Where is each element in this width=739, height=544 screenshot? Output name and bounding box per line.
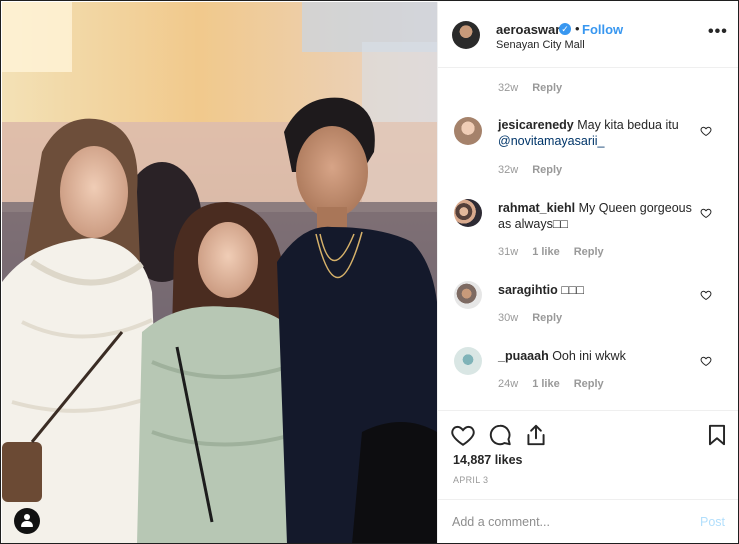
follow-button[interactable]: Follow bbox=[582, 22, 623, 37]
post-side-panel: aeroaswar ✓ • Follow Senayan City Mall •… bbox=[437, 2, 738, 543]
share-icon[interactable] bbox=[523, 422, 549, 448]
comment-meta: 32w Reply bbox=[498, 82, 562, 94]
heart-icon[interactable] bbox=[450, 422, 476, 448]
comment-body: saragihtio □□□ bbox=[498, 282, 698, 298]
comment-body: jesicarenedy May kita bedua itu @novitam… bbox=[498, 117, 698, 149]
header-separator: • bbox=[575, 21, 580, 36]
commenter-avatar[interactable] bbox=[454, 117, 482, 145]
comment-time: 31w bbox=[498, 246, 519, 258]
comment-reply-button[interactable]: Reply bbox=[574, 246, 604, 258]
likes-count[interactable]: 14,887 likes bbox=[453, 453, 523, 467]
comment-meta: 24w 1 like Reply bbox=[498, 378, 604, 390]
more-options-icon[interactable]: ••• bbox=[708, 24, 728, 40]
comment-username[interactable]: rahmat_kiehl bbox=[498, 201, 575, 215]
add-comment-bar: Post bbox=[438, 499, 738, 543]
comment-mention[interactable]: @novitamayasarii_ bbox=[498, 134, 604, 148]
comment-username[interactable]: _puaaah bbox=[498, 349, 549, 363]
bookmark-icon[interactable] bbox=[704, 422, 730, 448]
tagged-people-button[interactable] bbox=[14, 508, 40, 534]
comment-meta: 30w Reply bbox=[498, 312, 562, 324]
comment-reply-button[interactable]: Reply bbox=[532, 312, 562, 324]
commenter-avatar[interactable] bbox=[454, 347, 482, 375]
comment-text: □□□ bbox=[557, 283, 584, 297]
tagged-people-icon bbox=[20, 514, 34, 528]
owner-username[interactable]: aeroaswar bbox=[496, 22, 560, 37]
comment-body: rahmat_kiehl My Queen gorgeous as always… bbox=[498, 200, 698, 232]
comment-like-count[interactable]: 1 like bbox=[532, 378, 560, 390]
comment-like-heart-icon[interactable] bbox=[700, 289, 712, 301]
comment-meta: 31w 1 like Reply bbox=[498, 246, 604, 258]
post-date[interactable]: APRIL 3 bbox=[453, 475, 488, 485]
post-modal: aeroaswar ✓ • Follow Senayan City Mall •… bbox=[0, 0, 739, 544]
comment-time: 32w bbox=[498, 164, 519, 176]
comment-list[interactable]: 32w Reply jesicarenedy May kita bedua itu… bbox=[438, 69, 738, 409]
comment-meta: 32w Reply bbox=[498, 164, 562, 176]
comment-bubble-icon[interactable] bbox=[487, 422, 513, 448]
comment-time: 30w bbox=[498, 312, 519, 324]
comment-body: _puaaah Ooh ini wkwk bbox=[498, 348, 698, 364]
comment-like-heart-icon[interactable] bbox=[700, 207, 712, 219]
comment-like-heart-icon[interactable] bbox=[700, 355, 712, 367]
post-header: aeroaswar ✓ • Follow Senayan City Mall •… bbox=[438, 2, 738, 68]
verified-badge-icon: ✓ bbox=[559, 23, 571, 35]
comment-time: 24w bbox=[498, 378, 519, 390]
comment-text: Ooh ini wkwk bbox=[548, 349, 626, 363]
comment-username[interactable]: jesicarenedy bbox=[498, 118, 574, 132]
commenter-avatar[interactable] bbox=[454, 199, 482, 227]
post-location[interactable]: Senayan City Mall bbox=[496, 39, 585, 51]
commenter-avatar[interactable] bbox=[454, 281, 482, 309]
post-photo-illustration bbox=[2, 2, 437, 543]
post-comment-button[interactable]: Post bbox=[700, 515, 725, 529]
comment-text: May kita bedua itu bbox=[573, 118, 679, 132]
comment-like-heart-icon[interactable] bbox=[700, 125, 712, 137]
owner-avatar[interactable] bbox=[452, 21, 480, 49]
comment-time: 32w bbox=[498, 82, 519, 94]
post-actions: 14,887 likes APRIL 3 bbox=[438, 410, 738, 498]
comment-input[interactable] bbox=[452, 510, 682, 534]
comment-like-count[interactable]: 1 like bbox=[532, 246, 560, 258]
comment-reply-button[interactable]: Reply bbox=[532, 82, 562, 94]
comment-username[interactable]: saragihtio bbox=[498, 283, 558, 297]
comment-reply-button[interactable]: Reply bbox=[574, 378, 604, 390]
comment-reply-button[interactable]: Reply bbox=[532, 164, 562, 176]
post-photo[interactable] bbox=[2, 2, 437, 543]
